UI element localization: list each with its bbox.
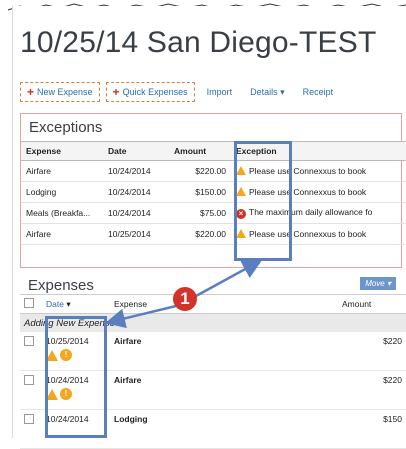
callout-arrows <box>105 259 263 329</box>
callout-marker: 1 <box>173 287 197 311</box>
arrow-to-expenses <box>105 304 177 329</box>
arrow-to-exceptions <box>195 259 263 298</box>
